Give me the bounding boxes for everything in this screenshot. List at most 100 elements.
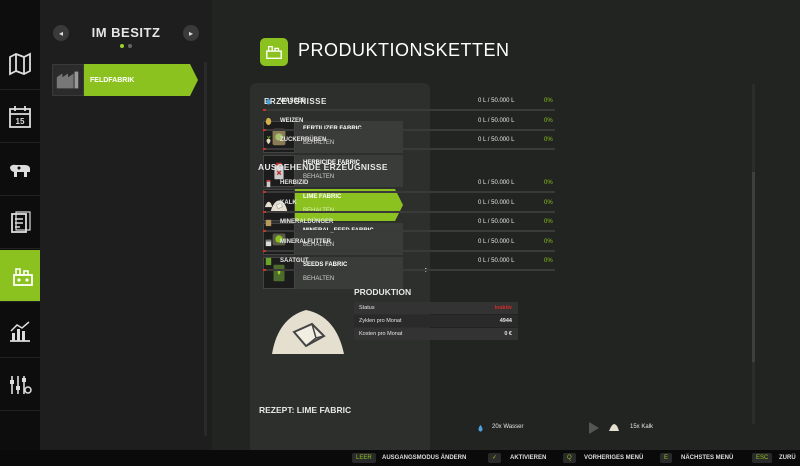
fill-bar — [263, 269, 555, 271]
detail-scrollbar[interactable] — [752, 84, 755, 424]
status-row: Status Inaktiv — [354, 302, 518, 314]
cost-row: Kosten pro Monat 0 € — [354, 328, 518, 340]
resource-percent: 0% — [544, 219, 553, 225]
key-activate[interactable]: ✓ — [488, 453, 502, 463]
animals-button[interactable] — [0, 144, 40, 196]
production-icon — [13, 267, 33, 286]
hint-back[interactable]: ZURÜ — [779, 455, 796, 461]
resource-name: KALK — [280, 200, 297, 206]
production-chain-icon — [260, 38, 288, 66]
owned-scrollbar[interactable] — [204, 62, 207, 436]
resource-amount: 0 L / 50.000 L — [478, 219, 515, 225]
statistics-icon — [10, 320, 30, 342]
fill-bar — [263, 148, 555, 150]
resource-amount: 0 L / 50.000 L — [478, 180, 515, 186]
fill-bar — [263, 230, 555, 232]
cycles-row: Zyklen pro Monat 4944 — [354, 315, 518, 327]
page-title: PRODUKTIONSKETTEN — [298, 40, 510, 60]
settings-icon — [10, 375, 32, 394]
key-e[interactable]: E — [660, 453, 673, 463]
resource-amount: 0 L / 50.000 L — [478, 258, 515, 264]
fill-bar — [263, 129, 555, 131]
outputs-header: AUSGEHENDE ERZEUGNISSE — [258, 162, 388, 172]
resource-name: SAATGUT — [280, 258, 309, 264]
input-row-weizen: WEIZEN 0 L / 50.000 L 0% — [256, 113, 556, 133]
animals-icon — [10, 164, 30, 177]
resource-name: WASSER — [280, 98, 307, 104]
water-drop-icon — [478, 424, 483, 432]
page-indicator — [120, 44, 132, 48]
output-row-saatgut: SAATGUT 0 L / 50.000 L 0% — [256, 253, 556, 273]
cost-label: Kosten pro Monat — [359, 331, 403, 337]
status-label: Status — [359, 305, 375, 311]
key-q[interactable]: Q — [563, 453, 576, 463]
cost-value: 0 € — [504, 331, 512, 337]
input-row-wasser: WASSER 0 L / 50.000 L 0% — [256, 93, 556, 113]
input-hint-bar: LEER AUSGANGSMODUS ÄNDERN ✓ AKTIVIEREN Q… — [0, 450, 800, 466]
resource-amount: 0 L / 50.000 L — [478, 137, 515, 143]
lime-pile-large-icon — [272, 310, 344, 354]
resource-amount: 0 L / 50.000 L — [478, 118, 515, 124]
resource-amount: 0 L / 50.000 L — [478, 200, 515, 206]
resource-name: WEIZEN — [280, 118, 304, 124]
hint-previous-menu[interactable]: VORHERIGES MENÜ — [584, 455, 643, 461]
contracts-button[interactable] — [0, 197, 40, 249]
page-dot — [128, 44, 132, 48]
input-row-zuckerrueben: ZUCKERRÜBEN 0 L / 50.000 L 0% — [256, 132, 556, 152]
calendar-icon: 15 — [9, 105, 31, 128]
main-menu-sidebar: 15 — [0, 0, 46, 450]
resource-name: ZUCKERRÜBEN — [280, 137, 327, 143]
map-button[interactable] — [0, 38, 40, 90]
settings-button[interactable] — [0, 359, 40, 411]
status-value: Inaktiv — [494, 305, 512, 311]
wheat-icon — [265, 117, 272, 126]
key-esc[interactable]: ESC — [752, 453, 773, 463]
hint-next-menu[interactable]: NÄCHSTES MENÜ — [681, 455, 733, 461]
recipe-header: REZEPT: LIME FABRIC — [259, 405, 352, 415]
play-arrow-icon — [589, 422, 599, 434]
lime-icon — [609, 424, 619, 431]
fill-bar — [263, 109, 555, 111]
fill-bar — [263, 191, 555, 193]
cycles-label: Zyklen pro Monat — [359, 318, 402, 324]
lime-icon — [264, 201, 273, 208]
resource-percent: 0% — [544, 239, 553, 245]
owned-item-feldfabrik[interactable]: FELDFABRIK — [52, 64, 198, 96]
map-icon — [9, 52, 31, 75]
recipe-input: 20x Wasser — [492, 424, 524, 430]
production-header: PRODUKTION — [354, 287, 412, 297]
factory-icon — [52, 64, 84, 96]
output-row-mineralduenger: MINERALDÜNGER 0 L / 50.000 L 0% — [256, 214, 556, 234]
hint-output-mode[interactable]: AUSGANGSMODUS ÄNDERN — [382, 455, 466, 461]
resource-name: MINERALDÜNGER — [280, 219, 334, 225]
resource-amount: 0 L / 50.000 L — [478, 98, 515, 104]
cycles-value: 4944 — [499, 318, 512, 324]
resource-percent: 0% — [544, 137, 553, 143]
statistics-button[interactable] — [0, 306, 40, 358]
recipe-output: 15x Kalk — [630, 424, 654, 430]
fill-bar — [263, 250, 555, 252]
next-page-button[interactable]: ▸ — [183, 25, 199, 41]
resource-percent: 0% — [544, 200, 553, 206]
key-space[interactable]: LEER — [352, 453, 376, 463]
resource-percent: 0% — [544, 118, 553, 124]
owned-panel: ◂ IM BESITZ ▸ FELDFABRIK — [40, 0, 212, 450]
resource-percent: 0% — [544, 180, 553, 186]
resource-name: HERBIZID — [280, 180, 309, 186]
sugarbeet-icon — [266, 136, 271, 145]
resource-percent: 0% — [544, 258, 553, 264]
chevron-right-icon: ▸ — [188, 28, 193, 38]
resource-amount: 0 L / 50.000 L — [478, 239, 515, 245]
hint-activate[interactable]: AKTIVIEREN — [510, 455, 546, 461]
resource-name: MINERALFUTTER — [280, 239, 331, 245]
herbicide-icon — [266, 179, 271, 188]
contracts-icon — [11, 210, 31, 233]
output-row-kalk: KALK 0 L / 50.000 L 0% — [256, 195, 556, 215]
calendar-day: 15 — [16, 117, 25, 126]
owned-item-label: FELDFABRIK — [84, 64, 198, 96]
calendar-button[interactable]: 15 — [0, 91, 40, 143]
resource-percent: 0% — [544, 98, 553, 104]
output-row-herbizid: HERBIZID 0 L / 50.000 L 0% — [256, 175, 556, 195]
seeds-icon — [265, 257, 272, 266]
fill-bar — [263, 211, 555, 213]
